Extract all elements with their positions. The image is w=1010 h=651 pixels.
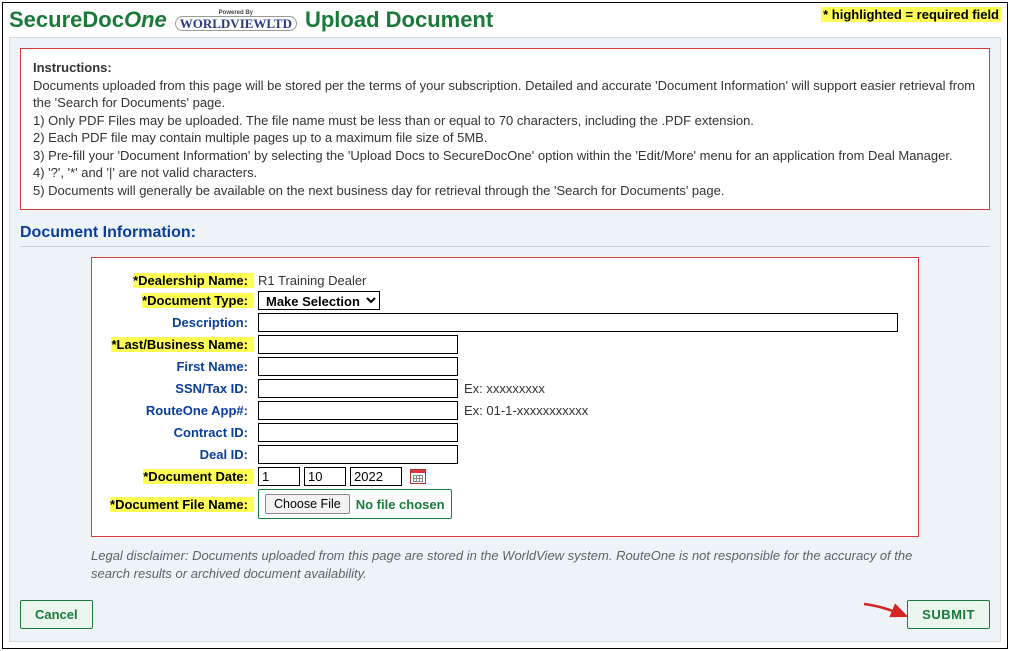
input-contract[interactable] bbox=[258, 423, 458, 442]
title-action: Upload Document bbox=[305, 7, 493, 33]
input-first-name[interactable] bbox=[258, 357, 458, 376]
content-area: Instructions: Documents uploaded from th… bbox=[9, 37, 1001, 642]
calendar-icon[interactable] bbox=[410, 469, 426, 484]
input-deal[interactable] bbox=[258, 445, 458, 464]
label-first-name: First Name: bbox=[176, 359, 254, 374]
input-date-month[interactable] bbox=[258, 467, 300, 486]
section-title: Document Information: bbox=[20, 224, 990, 242]
title-brand-2: One bbox=[124, 7, 167, 32]
input-date-year[interactable] bbox=[350, 467, 402, 486]
input-description[interactable] bbox=[258, 313, 898, 332]
label-ssn: SSN/Tax ID: bbox=[175, 381, 254, 396]
hint-routeone: Ex: 01-1-xxxxxxxxxxx bbox=[464, 403, 588, 418]
value-dealership: R1 Training Dealer bbox=[254, 273, 366, 288]
instructions-box: Instructions: Documents uploaded from th… bbox=[20, 48, 990, 210]
cancel-button[interactable]: Cancel bbox=[20, 600, 93, 629]
page-header: SecureDocOne Powered By WORLDVIEWLTD Upl… bbox=[9, 7, 1001, 33]
input-date-day[interactable] bbox=[304, 467, 346, 486]
instructions-heading: Instructions: bbox=[33, 59, 977, 77]
file-chooser: Choose File No file chosen bbox=[258, 489, 452, 519]
page-title: SecureDocOne Powered By WORLDVIEWLTD Upl… bbox=[9, 7, 493, 33]
label-contract: Contract ID: bbox=[174, 425, 254, 440]
hint-ssn: Ex: xxxxxxxxx bbox=[464, 381, 545, 396]
instructions-body: Documents uploaded from this page will b… bbox=[33, 77, 977, 112]
page-container: SecureDocOne Powered By WORLDVIEWLTD Upl… bbox=[2, 2, 1008, 649]
required-field-note: * highlighted = required field bbox=[821, 7, 1001, 22]
choose-file-button[interactable]: Choose File bbox=[265, 494, 350, 514]
select-doc-type[interactable]: Make Selection bbox=[258, 291, 380, 310]
label-doc-type: *Document Type: bbox=[142, 293, 254, 308]
form-box: *Dealership Name: R1 Training Dealer *Do… bbox=[91, 257, 919, 537]
label-doc-date: *Document Date: bbox=[143, 469, 254, 484]
instructions-line: 5) Documents will generally be available… bbox=[33, 182, 977, 200]
submit-button[interactable]: SUBMIT bbox=[907, 600, 990, 629]
divider bbox=[20, 246, 990, 247]
label-description: Description: bbox=[172, 315, 254, 330]
footer-actions: Cancel SUBMIT bbox=[20, 600, 990, 629]
label-last-name: *Last/Business Name: bbox=[111, 337, 254, 352]
legal-disclaimer: Legal disclaimer: Documents uploaded fro… bbox=[91, 547, 919, 582]
label-routeone: RouteOne App#: bbox=[146, 403, 254, 418]
worldview-logo: Powered By WORLDVIEWLTD bbox=[171, 10, 301, 31]
instructions-line: 3) Pre-fill your 'Document Information' … bbox=[33, 147, 977, 165]
input-routeone[interactable] bbox=[258, 401, 458, 420]
instructions-line: 2) Each PDF file may contain multiple pa… bbox=[33, 129, 977, 147]
label-deal: Deal ID: bbox=[200, 447, 254, 462]
title-brand-1: SecureDoc bbox=[9, 7, 124, 32]
instructions-line: 1) Only PDF Files may be uploaded. The f… bbox=[33, 112, 977, 130]
label-file-name: *Document File Name: bbox=[110, 497, 254, 512]
arrow-annotation-icon bbox=[862, 602, 912, 628]
logo-subtext: Powered By bbox=[219, 10, 253, 16]
input-ssn[interactable] bbox=[258, 379, 458, 398]
label-dealership: *Dealership Name: bbox=[133, 273, 254, 288]
file-status: No file chosen bbox=[356, 497, 445, 512]
input-last-name[interactable] bbox=[258, 335, 458, 354]
logo-text: WORLDVIEWLTD bbox=[175, 16, 297, 31]
instructions-line: 4) '?', '*' and '|' are not valid charac… bbox=[33, 164, 977, 182]
